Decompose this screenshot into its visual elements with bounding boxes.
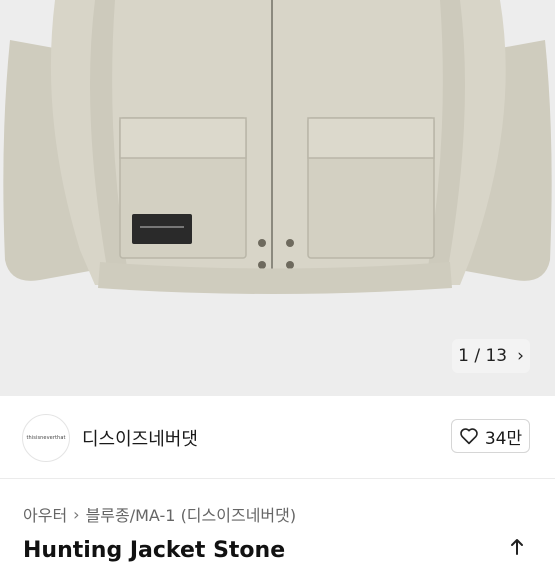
chevron-right-icon: › — [73, 504, 80, 524]
product-title: Hunting Jacket Stone — [23, 538, 286, 563]
product-image-gallery[interactable]: 1 / 13 › — [0, 0, 555, 396]
section-divider — [0, 478, 555, 479]
product-photo — [3, 0, 552, 294]
like-count: 34만 — [484, 428, 523, 449]
breadcrumb-item-category[interactable]: 아우터 — [23, 502, 67, 526]
breadcrumb: 아우터 › 블루종/MA-1 (디스이즈네버댓) — [23, 502, 296, 526]
seller-name[interactable]: 디스이즈네버댓 — [82, 425, 198, 451]
seller-avatar[interactable]: thisisneverthat — [22, 414, 70, 462]
share-icon[interactable] — [504, 538, 530, 558]
image-counter-text: 1 / 13 — [458, 346, 508, 366]
heart-outline-icon — [460, 428, 478, 445]
chevron-right-icon[interactable]: › — [517, 346, 524, 366]
seller-avatar-text: thisisneverthat — [26, 435, 66, 441]
image-counter[interactable]: 1 / 13 › — [452, 339, 530, 373]
like-button[interactable]: 34만 — [451, 419, 530, 453]
breadcrumb-item-subcategory[interactable]: 블루종/MA-1 (디스이즈네버댓) — [86, 502, 297, 526]
